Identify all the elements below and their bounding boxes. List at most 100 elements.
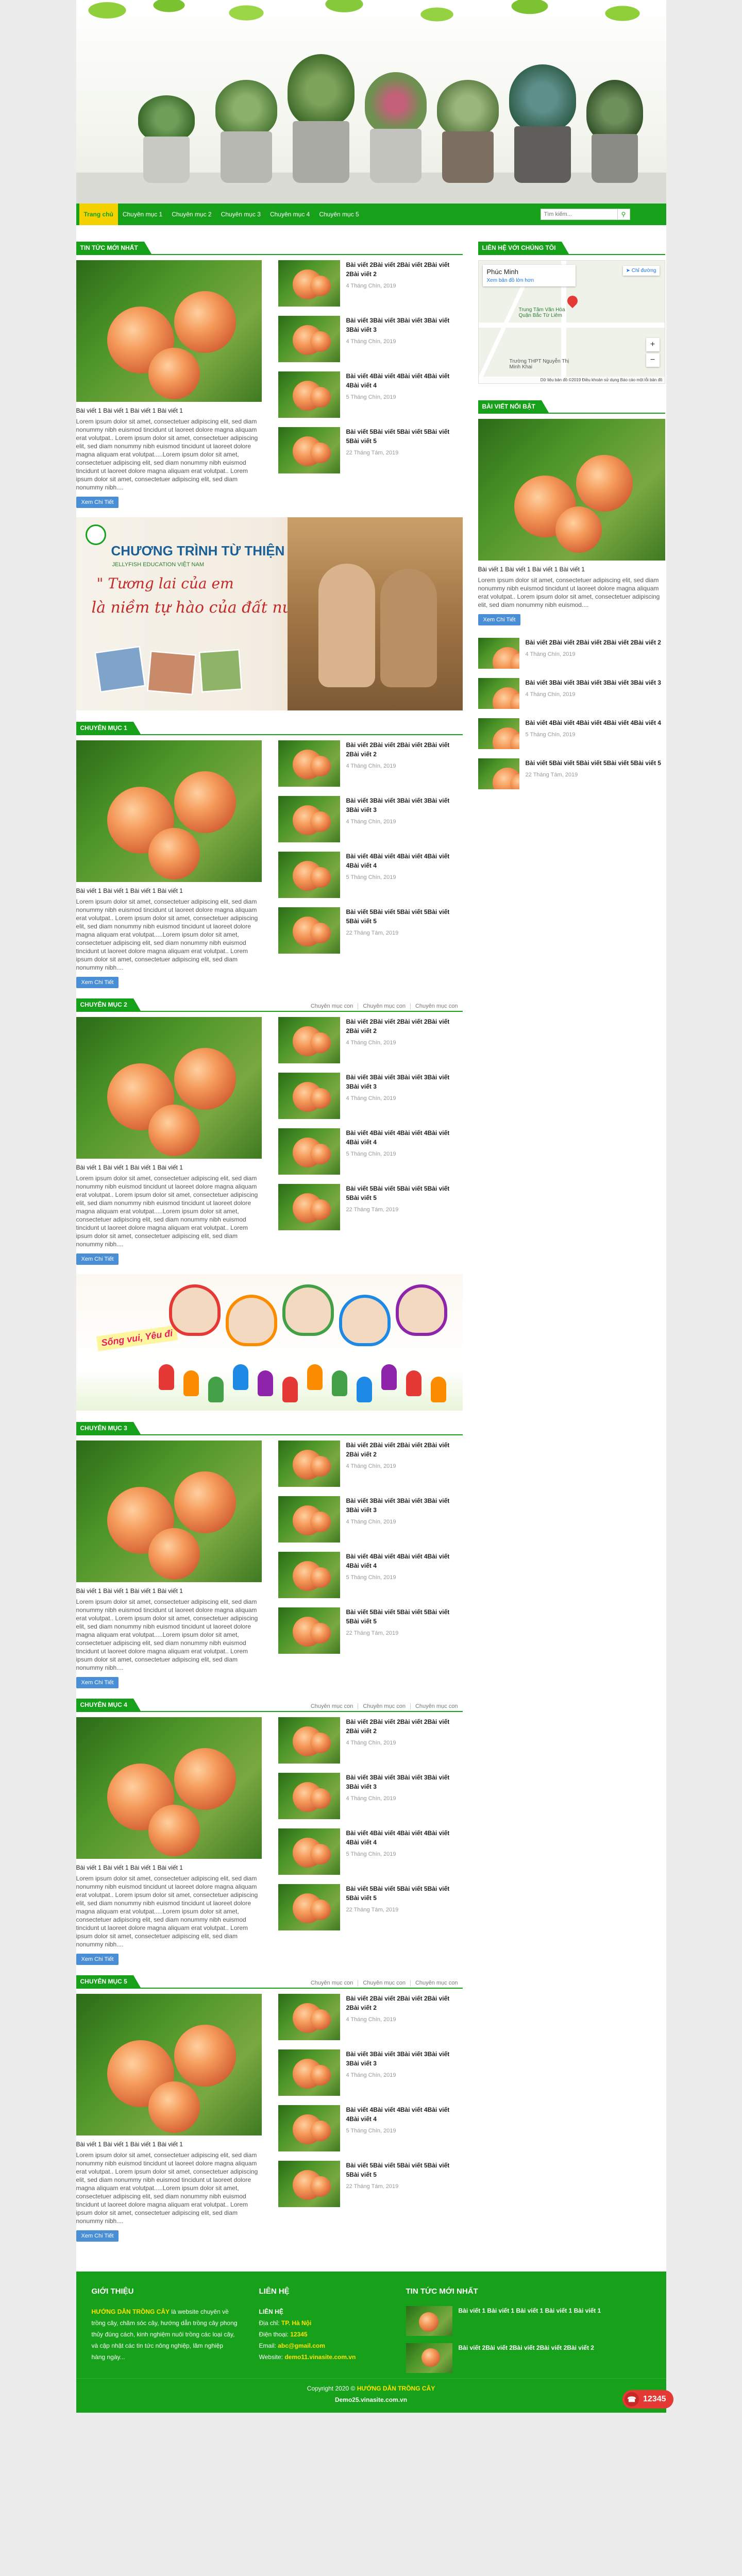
nav-item-category-1[interactable]: Chuyên mục 1	[118, 204, 167, 225]
subcategory-tab[interactable]: Chuyên mục con	[358, 1703, 410, 1709]
post-feature-image[interactable]	[76, 1717, 262, 1859]
post-thumbnail[interactable]	[278, 852, 340, 898]
post-thumbnail[interactable]	[278, 796, 340, 842]
list-item-title[interactable]: Bài viết 4Bài viết 4Bài viết 4Bài viết 4…	[526, 718, 661, 727]
list-item-title[interactable]: Bài viết 5Bài viết 5Bài viết 5Bài viết 5…	[526, 758, 661, 768]
list-item[interactable]: Bài viết 2Bài viết 2Bài viết 2Bài viết 2…	[278, 740, 463, 787]
read-more-button[interactable]: Xem Chi Tiết	[76, 497, 119, 508]
list-item[interactable]: Bài viết 4Bài viết 4Bài viết 4Bài viết 4…	[278, 2105, 463, 2151]
post-thumbnail[interactable]	[278, 1496, 340, 1543]
list-item[interactable]: Bài viết 2Bài viết 2Bài viết 2Bài viết 2…	[478, 638, 665, 669]
read-more-button[interactable]: Xem Chi Tiết	[76, 2230, 119, 2242]
sidebar-read-more-button[interactable]: Xem Chi Tiết	[478, 614, 521, 625]
featured-post-title[interactable]: Bài viết 1 Bài viết 1 Bài viết 1 Bài viế…	[76, 887, 262, 894]
footer-news-item[interactable]: Bài viết 2Bài viết 2Bài viết 2Bài viết 2…	[406, 2343, 651, 2373]
post-thumbnail[interactable]	[278, 1773, 340, 1819]
subcategory-tab[interactable]: Chuyên mục con	[410, 1703, 463, 1709]
list-item[interactable]: Bài viết 3Bài viết 3Bài viết 3Bài viết 3…	[278, 1073, 463, 1119]
subcategory-tab[interactable]: Chuyên mục con	[358, 1980, 410, 1986]
list-item[interactable]: Bài viết 2Bài viết 2Bài viết 2Bài viết 2…	[278, 1717, 463, 1764]
section-title[interactable]: CHUYÊN MỤC 4	[76, 1699, 141, 1711]
list-item-title[interactable]: Bài viết 4Bài viết 4Bài viết 4Bài viết 4…	[346, 371, 463, 390]
subcategory-tab[interactable]: Chuyên mục con	[410, 1980, 463, 1986]
nav-item-home[interactable]: Trang chủ	[79, 204, 118, 225]
list-item-title[interactable]: Bài viết 2Bài viết 2Bài viết 2Bài viết 2…	[346, 1017, 463, 1036]
list-item-title[interactable]: Bài viết 3Bài viết 3Bài viết 3Bài viết 3…	[526, 678, 661, 687]
list-item-title[interactable]: Bài viết 2Bài viết 2Bài viết 2Bài viết 2…	[526, 638, 661, 647]
list-item-title[interactable]: Bài viết 2Bài viết 2Bài viết 2Bài viết 2…	[346, 260, 463, 279]
section-title[interactable]: CHUYÊN MỤC 3	[76, 1422, 141, 1434]
map-directions-button[interactable]: ➤ Chỉ đường	[622, 266, 660, 276]
post-feature-image[interactable]	[76, 740, 262, 882]
list-item[interactable]: Bài viết 4Bài viết 4Bài viết 4Bài viết 4…	[278, 852, 463, 898]
list-item[interactable]: Bài viết 5Bài viết 5Bài viết 5Bài viết 5…	[278, 1184, 463, 1230]
list-item[interactable]: Bài viết 3Bài viết 3Bài viết 3Bài viết 3…	[478, 678, 665, 709]
post-thumbnail[interactable]	[478, 758, 519, 789]
section-title[interactable]: TIN TỨC MỚI NHẤT	[76, 242, 151, 254]
post-thumbnail[interactable]	[278, 1717, 340, 1764]
read-more-button[interactable]: Xem Chi Tiết	[76, 977, 119, 988]
list-item[interactable]: Bài viết 3Bài viết 3Bài viết 3Bài viết 3…	[278, 1496, 463, 1543]
map-larger-link[interactable]: Xem bản đồ lớn hơn	[487, 278, 571, 283]
list-item[interactable]: Bài viết 2Bài viết 2Bài viết 2Bài viết 2…	[278, 260, 463, 307]
map-zoom-in-button[interactable]: +	[646, 338, 660, 351]
list-item-title[interactable]: Bài viết 2Bài viết 2Bài viết 2Bài viết 2…	[346, 740, 463, 759]
post-thumbnail[interactable]	[278, 1184, 340, 1230]
list-item[interactable]: Bài viết 4Bài viết 4Bài viết 4Bài viết 4…	[278, 1552, 463, 1598]
list-item[interactable]: Bài viết 3Bài viết 3Bài viết 3Bài viết 3…	[278, 316, 463, 362]
post-thumbnail[interactable]	[278, 371, 340, 418]
featured-post-title[interactable]: Bài viết 1 Bài viết 1 Bài viết 1 Bài viế…	[76, 1864, 262, 1871]
list-item-title[interactable]: Bài viết 5Bài viết 5Bài viết 5Bài viết 5…	[346, 427, 463, 446]
post-thumbnail[interactable]	[278, 1440, 340, 1487]
contact-map[interactable]: Phúc Minh Xem bản đồ lớn hơn ➤ Chỉ đường…	[478, 260, 665, 384]
nav-item-category-5[interactable]: Chuyên mục 5	[314, 204, 363, 225]
list-item-title[interactable]: Bài viết 5Bài viết 5Bài viết 5Bài viết 5…	[346, 907, 463, 926]
sidebar-feature-title[interactable]: Bài viết 1 Bài viết 1 Bài viết 1 Bài viế…	[478, 566, 665, 573]
list-item-title[interactable]: Bài viết 4Bài viết 4Bài viết 4Bài viết 4…	[346, 2105, 463, 2124]
sidebar-feature-image[interactable]	[478, 419, 665, 561]
list-item[interactable]: Bài viết 4Bài viết 4Bài viết 4Bài viết 4…	[278, 1128, 463, 1175]
list-item-title[interactable]: Bài viết 2Bài viết 2Bài viết 2Bài viết 2…	[346, 1717, 463, 1736]
list-item-title[interactable]: Bài viết 5Bài viết 5Bài viết 5Bài viết 5…	[346, 1884, 463, 1903]
hotline-button[interactable]: ☎ 12345	[622, 2390, 673, 2409]
post-thumbnail[interactable]	[278, 1073, 340, 1119]
list-item-title[interactable]: Bài viết 2Bài viết 2Bài viết 2Bài viết 2…	[346, 1994, 463, 2012]
list-item-title[interactable]: Bài viết 3Bài viết 3Bài viết 3Bài viết 3…	[346, 2049, 463, 2068]
featured-post-title[interactable]: Bài viết 1 Bài viết 1 Bài viết 1 Bài viế…	[76, 407, 262, 414]
post-thumbnail[interactable]	[478, 638, 519, 669]
list-item[interactable]: Bài viết 5Bài viết 5Bài viết 5Bài viết 5…	[278, 907, 463, 954]
post-thumbnail[interactable]	[478, 718, 519, 749]
list-item-title[interactable]: Bài viết 3Bài viết 3Bài viết 3Bài viết 3…	[346, 796, 463, 815]
list-item-title[interactable]: Bài viết 5Bài viết 5Bài viết 5Bài viết 5…	[346, 2161, 463, 2179]
list-item-title[interactable]: Bài viết 3Bài viết 3Bài viết 3Bài viết 3…	[346, 1773, 463, 1791]
list-item[interactable]: Bài viết 5Bài viết 5Bài viết 5Bài viết 5…	[278, 1607, 463, 1654]
post-thumbnail[interactable]	[278, 260, 340, 307]
list-item-title[interactable]: Bài viết 4Bài viết 4Bài viết 4Bài viết 4…	[346, 852, 463, 870]
footer-news-item[interactable]: Bài viết 1 Bài viết 1 Bài viết 1 Bài viế…	[406, 2306, 651, 2336]
featured-post-title[interactable]: Bài viết 1 Bài viết 1 Bài viết 1 Bài viế…	[76, 1164, 262, 1171]
list-item[interactable]: Bài viết 5Bài viết 5Bài viết 5Bài viết 5…	[478, 758, 665, 789]
search-button[interactable]: ⚲	[617, 209, 630, 220]
post-thumbnail[interactable]	[278, 2049, 340, 2096]
post-thumbnail[interactable]	[278, 1017, 340, 1063]
list-item[interactable]: Bài viết 4Bài viết 4Bài viết 4Bài viết 4…	[278, 1828, 463, 1875]
list-item[interactable]: Bài viết 3Bài viết 3Bài viết 3Bài viết 3…	[278, 2049, 463, 2096]
post-thumbnail[interactable]	[278, 1607, 340, 1654]
post-thumbnail[interactable]	[478, 678, 519, 709]
featured-post-title[interactable]: Bài viết 1 Bài viết 1 Bài viết 1 Bài viế…	[76, 2141, 262, 2148]
list-item[interactable]: Bài viết 2Bài viết 2Bài viết 2Bài viết 2…	[278, 1017, 463, 1063]
list-item-title[interactable]: Bài viết 5Bài viết 5Bài viết 5Bài viết 5…	[346, 1607, 463, 1626]
nav-item-category-2[interactable]: Chuyên mục 2	[167, 204, 216, 225]
list-item[interactable]: Bài viết 5Bài viết 5Bài viết 5Bài viết 5…	[278, 1884, 463, 1930]
subcategory-tab[interactable]: Chuyên mục con	[358, 1003, 410, 1009]
subcategory-tab[interactable]: Chuyên mục con	[306, 1980, 358, 1986]
list-item[interactable]: Bài viết 4Bài viết 4Bài viết 4Bài viết 4…	[478, 718, 665, 749]
list-item[interactable]: Bài viết 2Bài viết 2Bài viết 2Bài viết 2…	[278, 1994, 463, 2040]
list-item-title[interactable]: Bài viết 5Bài viết 5Bài viết 5Bài viết 5…	[346, 1184, 463, 1202]
post-thumbnail[interactable]	[278, 427, 340, 473]
post-thumbnail[interactable]	[278, 1128, 340, 1175]
kids-banner[interactable]: Sống vui, Yêu đi	[76, 1274, 463, 1411]
read-more-button[interactable]: Xem Chi Tiết	[76, 1253, 119, 1265]
featured-post-title[interactable]: Bài viết 1 Bài viết 1 Bài viết 1 Bài viế…	[76, 1587, 262, 1595]
map-zoom-out-button[interactable]: −	[646, 353, 660, 367]
